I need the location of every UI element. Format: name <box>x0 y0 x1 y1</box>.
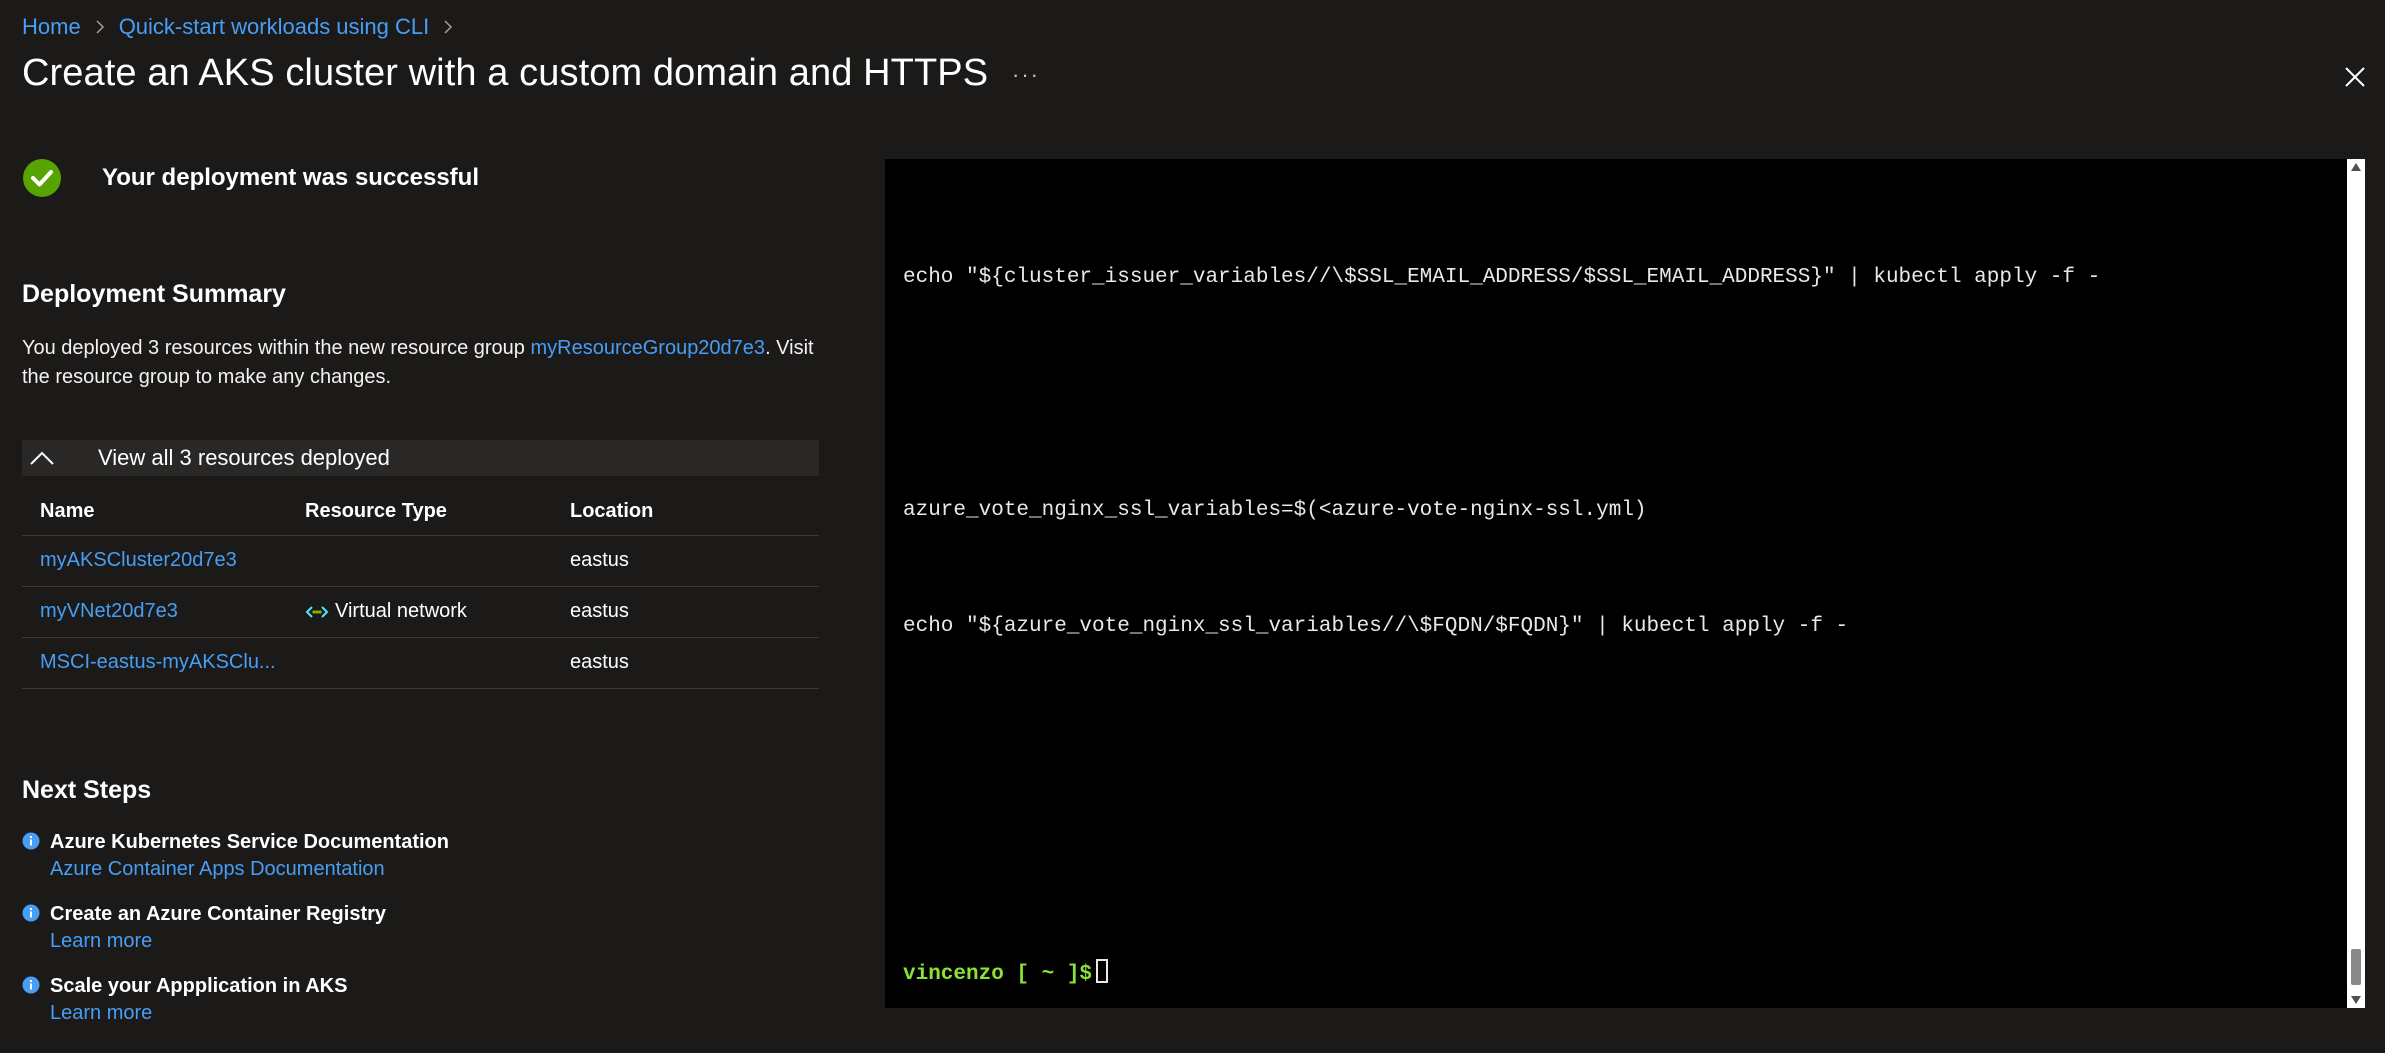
next-step-link[interactable]: Azure Container Apps Documentation <box>50 856 449 882</box>
terminal-prompt-line: vincenzo [ ~ ]$ <box>903 959 1109 986</box>
close-icon <box>2345 66 2365 87</box>
resource-location: eastus <box>552 586 819 638</box>
info-icon <box>22 904 40 922</box>
resource-name-link[interactable]: MSCI-eastus-myAKSClu... <box>40 651 276 673</box>
resource-location: eastus <box>552 637 819 689</box>
next-step-title: Azure Kubernetes Service Documentation <box>50 831 449 853</box>
info-icon <box>22 976 40 994</box>
page-title: Create an AKS cluster with a custom doma… <box>22 52 989 94</box>
terminal-prompt: vincenzo [ ~ ]$ <box>903 963 1093 986</box>
resources-table: Name Resource Type Location myAKSCluster… <box>22 488 819 689</box>
scrollbar-thumb[interactable] <box>2351 949 2361 985</box>
resource-type <box>287 637 552 689</box>
table-row: MSCI-eastus-myAKSClu... eastus <box>22 637 819 689</box>
resource-type <box>287 535 552 587</box>
next-step-link[interactable]: Learn more <box>50 928 386 954</box>
table-row: myAKSCluster20d7e3 eastus <box>22 535 819 587</box>
resource-name-link[interactable]: myVNet20d7e3 <box>40 600 178 622</box>
deployment-panel: Your deployment was successful Deploymen… <box>22 158 819 1024</box>
view-resources-label: View all 3 resources deployed <box>98 445 390 470</box>
scroll-down-arrow-icon[interactable] <box>2351 996 2361 1004</box>
close-button[interactable] <box>2341 64 2369 92</box>
next-step-title: Scale your Appplication in AKS <box>50 975 348 997</box>
breadcrumb-quickstart[interactable]: Quick-start workloads using CLI <box>119 14 430 40</box>
cloud-shell-terminal[interactable]: echo "${cluster_issuer_variables//\$SSL_… <box>885 159 2347 1008</box>
chevron-up-icon <box>30 451 54 465</box>
resource-type-cell: Virtual network <box>287 586 552 638</box>
deployment-status-text: Your deployment was successful <box>102 164 480 191</box>
terminal-line: azure_vote_nginx_ssl_variables=$(<azure-… <box>903 499 1647 522</box>
terminal-line: echo "${azure_vote_nginx_ssl_variables//… <box>903 615 1849 638</box>
column-header-name: Name <box>22 488 287 536</box>
scroll-up-arrow-icon[interactable] <box>2351 163 2361 171</box>
list-item: Azure Kubernetes Service Documentation A… <box>22 828 449 882</box>
more-options-button[interactable]: ··· <box>1006 62 1046 88</box>
next-steps-list: Azure Kubernetes Service Documentation A… <box>22 828 449 1044</box>
view-resources-toggle[interactable]: View all 3 resources deployed <box>22 440 819 476</box>
deployment-status: Your deployment was successful <box>22 158 819 198</box>
breadcrumb: Home Quick-start workloads using CLI <box>22 14 455 40</box>
terminal-line: echo "${cluster_issuer_variables//\$SSL_… <box>903 266 2101 289</box>
next-steps-title: Next Steps <box>22 776 152 804</box>
success-check-icon <box>23 159 61 197</box>
list-item: Scale your Appplication in AKS Learn mor… <box>22 972 449 1026</box>
info-icon <box>22 832 40 850</box>
terminal-cursor <box>1096 959 1109 983</box>
column-header-location: Location <box>552 488 819 536</box>
terminal-scrollbar[interactable] <box>2347 159 2365 1008</box>
next-step-link[interactable]: Learn more <box>50 1000 347 1026</box>
resource-location: eastus <box>552 535 819 587</box>
table-row: myVNet20d7e3 Virtual network eastus <box>22 586 819 638</box>
column-header-resource-type: Resource Type <box>287 488 552 536</box>
summary-text-before: You deployed 3 resources within the new … <box>22 337 531 359</box>
breadcrumb-home[interactable]: Home <box>22 14 81 40</box>
table-header-row: Name Resource Type Location <box>22 488 819 536</box>
chevron-right-icon <box>441 20 455 34</box>
list-item: Create an Azure Container Registry Learn… <box>22 900 449 954</box>
chevron-right-icon <box>93 20 107 34</box>
resource-group-link[interactable]: myResourceGroup20d7e3 <box>530 337 765 359</box>
next-step-title: Create an Azure Container Registry <box>50 903 387 925</box>
deployment-summary-text: You deployed 3 resources within the new … <box>22 334 822 392</box>
deployment-summary-title: Deployment Summary <box>22 280 286 308</box>
resource-type: Virtual network <box>335 600 467 622</box>
virtual-network-icon <box>305 606 329 618</box>
resource-name-link[interactable]: myAKSCluster20d7e3 <box>40 549 237 571</box>
